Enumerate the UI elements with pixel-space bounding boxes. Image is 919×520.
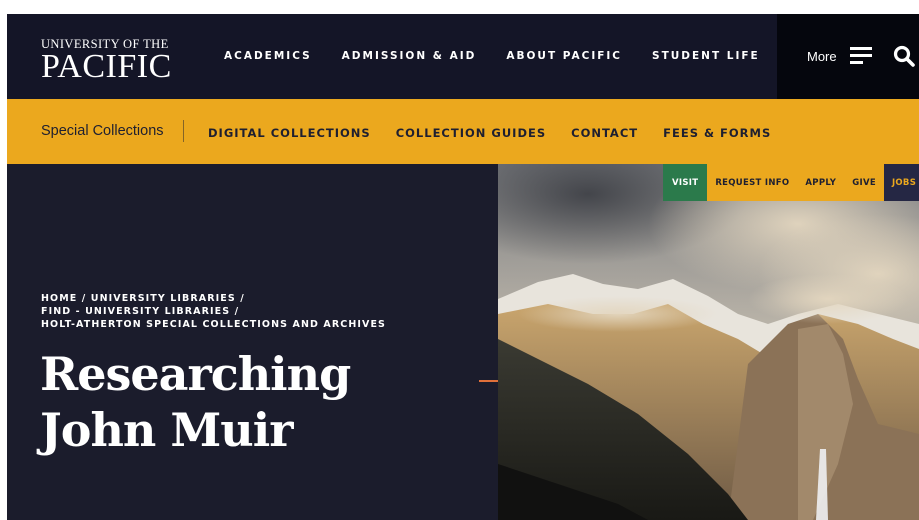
section-link-contact[interactable]: CONTACT [571, 126, 638, 140]
nav-about-pacific[interactable]: ABOUT PACIFIC [506, 50, 622, 62]
breadcrumb-special-collections[interactable]: HOLT-ATHERTON SPECIAL COLLECTIONS AND AR… [41, 319, 386, 330]
utility-visit[interactable]: VISIT [663, 164, 708, 201]
nav-student-life[interactable]: STUDENT LIFE [652, 50, 760, 62]
breadcrumb-university-libraries[interactable]: UNIVERSITY LIBRARIES [91, 293, 236, 304]
section-links: DIGITAL COLLECTIONS COLLECTION GUIDES CO… [208, 126, 796, 140]
breadcrumb: HOME / UNIVERSITY LIBRARIES / FIND - UNI… [41, 293, 386, 330]
section-navigation: Special Collections DIGITAL COLLECTIONS … [7, 99, 919, 164]
utility-request-info[interactable]: REQUEST INFO [707, 164, 798, 201]
logo-main-text: PACIFIC [41, 48, 172, 85]
page-title-line-2: John Muir [40, 403, 293, 457]
more-menu-area: More [777, 14, 919, 99]
section-link-collection-guides[interactable]: COLLECTION GUIDES [396, 126, 546, 140]
hero-landscape-image [498, 164, 919, 520]
university-logo[interactable]: UNIVERSITY OF THE PACIFIC [41, 38, 172, 85]
utility-bar: VISIT REQUEST INFO APPLY GIVE JOBS [663, 164, 919, 201]
nav-admission-aid[interactable]: ADMISSION & AID [342, 50, 477, 62]
hamburger-menu-icon[interactable] [850, 47, 872, 65]
top-navigation: UNIVERSITY OF THE PACIFIC ACADEMICS ADMI… [7, 14, 919, 99]
search-icon[interactable] [892, 44, 916, 68]
main-nav: ACADEMICS ADMISSION & AID ABOUT PACIFIC … [224, 50, 790, 62]
section-link-digital-collections[interactable]: DIGITAL COLLECTIONS [208, 126, 371, 140]
section-title[interactable]: Special Collections [41, 123, 164, 139]
utility-jobs[interactable]: JOBS [883, 164, 919, 201]
breadcrumb-home[interactable]: HOME [41, 293, 77, 304]
nav-academics[interactable]: ACADEMICS [224, 50, 312, 62]
page-frame: UNIVERSITY OF THE PACIFIC ACADEMICS ADMI… [7, 14, 919, 520]
section-link-fees-forms[interactable]: FEES & FORMS [663, 126, 771, 140]
utility-apply[interactable]: APPLY [797, 164, 845, 201]
section-divider [183, 120, 184, 142]
more-label[interactable]: More [807, 49, 837, 64]
breadcrumb-find[interactable]: FIND - UNIVERSITY LIBRARIES [41, 306, 230, 317]
hero-text-panel: HOME / UNIVERSITY LIBRARIES / FIND - UNI… [7, 164, 517, 520]
utility-give[interactable]: GIVE [844, 164, 884, 201]
page-title: Researching John Muir [40, 346, 351, 458]
page-title-line-1: Researching [40, 347, 351, 401]
